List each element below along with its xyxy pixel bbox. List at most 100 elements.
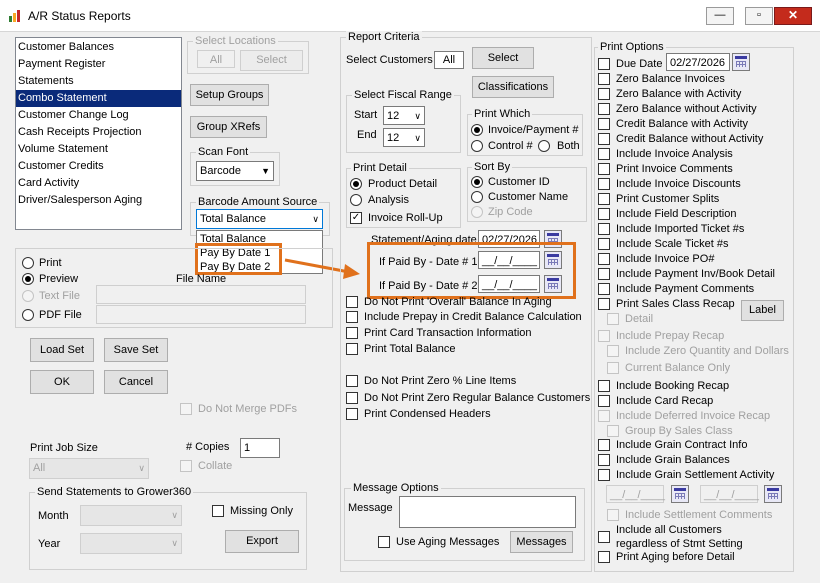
text-file-name-input[interactable] [96,285,306,304]
classifications-button[interactable]: Classifications [472,76,554,98]
customer-id-radio[interactable] [471,176,483,188]
preview-radio[interactable] [22,273,34,285]
save-set-button[interactable]: Save Set [104,338,168,362]
criteria-checkbox[interactable] [346,375,358,387]
print-option-label: Include Payment Inv/Book Detail [616,268,775,280]
criteria-checkbox[interactable] [346,343,358,355]
card-recap-checkbox[interactable] [598,395,610,407]
text-file-radio[interactable] [22,290,34,302]
list-item[interactable]: Driver/Salesperson Aging [16,192,181,209]
end-select[interactable]: 12 ∨ [383,128,425,147]
print-option-checkbox[interactable] [598,133,610,145]
cancel-button[interactable]: Cancel [104,370,168,394]
grain-settlement-checkbox[interactable] [598,469,610,481]
criteria-checkbox[interactable] [346,311,358,323]
print-option-checkbox[interactable] [598,178,610,190]
pdf-file-name-input[interactable] [96,305,306,324]
list-item[interactable]: Payment Register [16,56,181,73]
print-option-checkbox[interactable] [598,253,610,265]
minimize-icon[interactable]: — [706,7,734,25]
copies-input[interactable]: 1 [240,438,280,458]
print-option-checkbox[interactable] [598,283,610,295]
criteria-checkbox[interactable] [346,408,358,420]
print-option-checkbox[interactable] [598,163,610,175]
due-date-input[interactable]: 02/27/2026 [666,53,730,71]
control-radio[interactable] [471,140,483,152]
list-item[interactable]: Customer Change Log [16,107,181,124]
print-option-checkbox[interactable] [598,298,610,310]
pdf-file-radio[interactable] [22,309,34,321]
year-select[interactable]: ∨ [80,533,182,554]
list-item[interactable]: Statements [16,73,181,90]
analysis-radio[interactable] [350,194,362,206]
invoice-payment-radio[interactable] [471,124,483,136]
print-radio[interactable] [22,257,34,269]
grain-contract-checkbox[interactable] [598,439,610,451]
settlement-from-input[interactable]: __/__/____ [606,485,665,503]
print-option-checkbox[interactable] [598,208,610,220]
messages-button[interactable]: Messages [510,531,573,553]
print-option-checkbox[interactable] [598,73,610,85]
print-option-checkbox[interactable] [598,148,610,160]
criteria-checkbox[interactable] [346,296,358,308]
settlement-to-input[interactable]: __/__/____ [700,485,759,503]
criteria-checkbox[interactable] [346,392,358,404]
current-balance-only-checkbox[interactable] [607,362,619,374]
use-aging-messages-checkbox[interactable] [378,536,390,548]
print-option-checkbox[interactable] [598,103,610,115]
settlement-comments-checkbox[interactable] [607,509,619,521]
zip-code-radio[interactable] [471,206,483,218]
do-not-merge-pdfs-checkbox[interactable] [180,403,192,415]
booking-recap-checkbox[interactable] [598,380,610,392]
setup-groups-button[interactable]: Setup Groups [190,84,269,106]
list-item[interactable]: Cash Receipts Projection [16,124,181,141]
report-list[interactable]: Customer Balances Payment Register State… [15,37,182,230]
missing-only-checkbox[interactable] [212,505,224,517]
select-customers-button[interactable]: Select [472,47,534,69]
list-item[interactable]: Volume Statement [16,141,181,158]
deferred-recap-checkbox[interactable] [598,410,610,422]
label-button[interactable]: Label [741,300,784,321]
grain-balances-checkbox[interactable] [598,454,610,466]
print-job-size-select[interactable]: All ∨ [29,458,149,479]
both-radio[interactable] [538,140,550,152]
message-textarea[interactable] [399,496,576,528]
prepay-recap-checkbox[interactable] [598,330,610,342]
print-option-checkbox[interactable] [598,268,610,280]
list-item[interactable]: Customer Credits [16,158,181,175]
collate-checkbox[interactable] [180,460,192,472]
calendar-icon[interactable] [732,53,750,71]
product-detail-radio[interactable] [350,178,362,190]
list-item[interactable]: Customer Balances [16,39,181,56]
print-aging-before-detail-checkbox[interactable] [598,551,610,563]
print-option-checkbox[interactable] [598,223,610,235]
month-select[interactable]: ∨ [80,505,182,526]
group-xrefs-button[interactable]: Group XRefs [190,116,267,138]
barcode-source-select[interactable]: Total Balance ∨ [196,209,323,229]
close-icon[interactable]: ✕ [774,7,812,25]
print-option-checkbox[interactable] [598,88,610,100]
print-option-checkbox[interactable] [598,193,610,205]
calendar-icon[interactable] [764,485,782,503]
maximize-icon[interactable]: ▫ [745,7,773,25]
zero-qty-checkbox[interactable] [607,345,619,357]
customer-name-radio[interactable] [471,191,483,203]
list-item[interactable]: Card Activity [16,175,181,192]
scan-font-select[interactable]: Barcode ▼ [196,161,274,181]
criteria-checkbox[interactable] [346,327,358,339]
calendar-icon[interactable] [671,485,689,503]
select-locations-button[interactable]: Select [240,50,303,71]
load-set-button[interactable]: Load Set [30,338,94,362]
start-select[interactable]: 12 ∨ [383,106,425,125]
ok-button[interactable]: OK [30,370,94,394]
include-all-customers-checkbox[interactable] [598,531,610,543]
due-date-checkbox[interactable] [598,58,610,70]
group-by-sales-class-checkbox[interactable] [607,425,619,437]
print-detail-label: Print Detail [351,162,409,174]
export-button[interactable]: Export [225,530,299,553]
print-option-checkbox[interactable] [598,238,610,250]
detail-checkbox[interactable] [607,313,619,325]
print-option-checkbox[interactable] [598,118,610,130]
invoice-rollup-checkbox[interactable]: ✓ [350,212,362,224]
list-item-selected[interactable]: Combo Statement [16,90,181,107]
